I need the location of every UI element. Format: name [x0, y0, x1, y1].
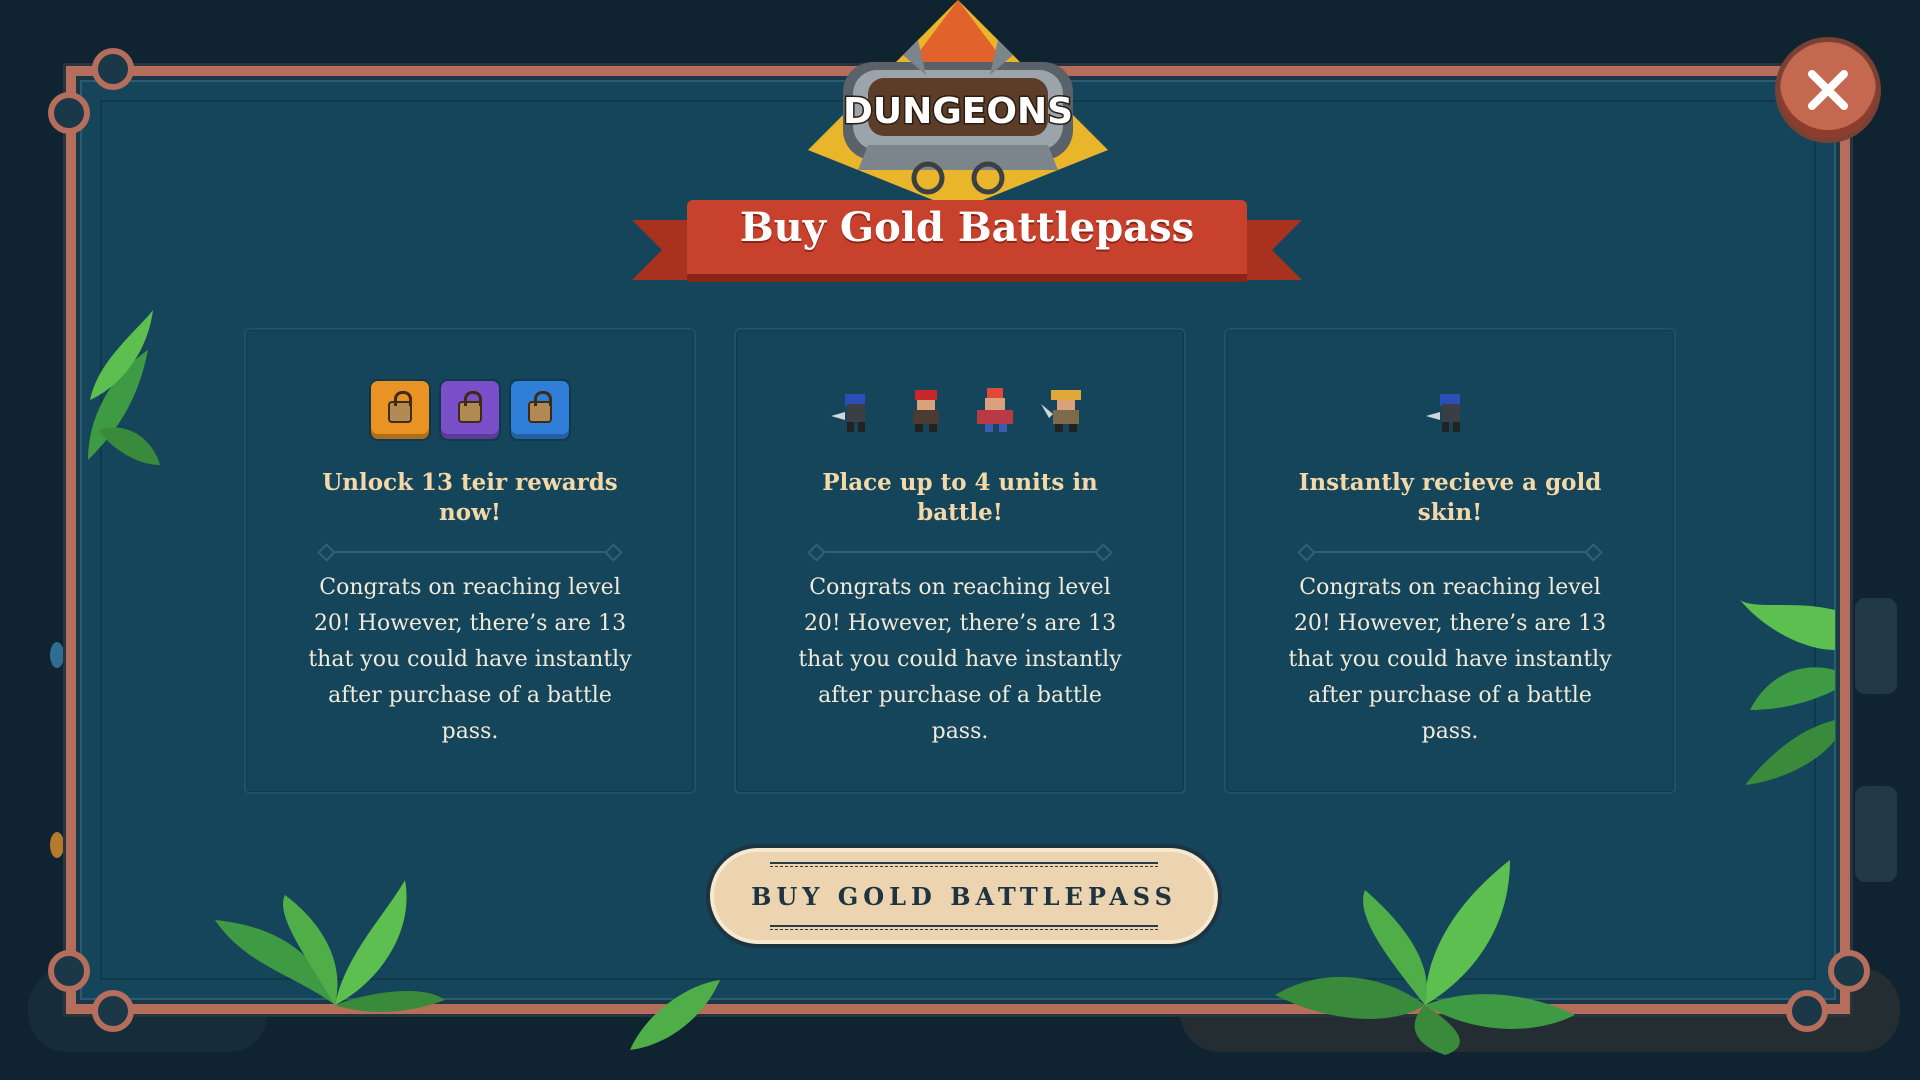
- leaf-decoration-left: [88, 310, 160, 465]
- leaf-decoration-bottom-left: [215, 880, 445, 1012]
- reward-card-units: Place up to 4 units in battle! Congrats …: [734, 328, 1186, 794]
- card-body: Congrats on reaching level 20! However, …: [798, 575, 1122, 744]
- frame-corner-bottom-left-2: [92, 990, 134, 1032]
- reward-card-skin: Instantly recieve a gold skin! Congrats …: [1224, 328, 1676, 794]
- knight-unit-icon: [1426, 394, 1460, 432]
- reward-card-tiers: Unlock 13 teir rewards now! Congrats on …: [244, 328, 696, 794]
- leaf-decoration-bottom-right: [1275, 860, 1575, 1055]
- background-blue-dot: [50, 642, 64, 668]
- captain-unit-icon: [1041, 390, 1081, 432]
- skin-icons: [1226, 378, 1674, 442]
- frame-corner-top-left-2: [92, 48, 134, 90]
- background-tile-lower: [1855, 786, 1897, 882]
- logo-text: DUNGEONS: [843, 91, 1073, 132]
- buy-gold-battlepass-button[interactable]: BUY GOLD BATTLEPASS: [710, 848, 1218, 944]
- card-body: Congrats on reaching level 20! However, …: [308, 575, 632, 744]
- card-title: Place up to 4 units in battle!: [822, 469, 1098, 526]
- pirate-unit-icon: [913, 390, 939, 432]
- card-divider: [816, 551, 1104, 553]
- card-divider: [326, 551, 614, 553]
- background-orange-dot: [50, 832, 64, 858]
- frame-corner-top-left: [48, 92, 90, 134]
- card-body: Congrats on reaching level 20! However, …: [1288, 575, 1612, 744]
- gold-tier-lock-icon: [371, 381, 429, 439]
- leaf-decoration-bottom-center: [630, 980, 720, 1050]
- close-button[interactable]: [1780, 42, 1876, 138]
- card-divider: [1306, 551, 1594, 553]
- frame-corner-bottom-right: [1828, 950, 1870, 992]
- buy-button-label: BUY GOLD BATTLEPASS: [751, 881, 1177, 911]
- blue-tier-lock-icon: [511, 381, 569, 439]
- card-title: Unlock 13 teir rewards now!: [322, 469, 618, 526]
- card-title: Instantly recieve a gold skin!: [1298, 469, 1602, 526]
- dialog-title: Buy Gold Battlepass: [739, 204, 1195, 251]
- berserker-unit-icon: [977, 388, 1013, 432]
- close-icon: [1808, 70, 1848, 110]
- unit-icons: [736, 378, 1184, 442]
- purple-tier-lock-icon: [441, 381, 499, 439]
- leaf-decoration-right: [1740, 600, 1835, 785]
- frame-corner-bottom-right-2: [1786, 990, 1828, 1032]
- tier-icons: [246, 378, 694, 442]
- background-tile-upper: [1855, 598, 1897, 694]
- frame-corner-bottom-left: [48, 950, 90, 992]
- dungeons-logo: DUNGEONS: [808, 0, 1108, 200]
- knight-unit-icon: [831, 394, 865, 432]
